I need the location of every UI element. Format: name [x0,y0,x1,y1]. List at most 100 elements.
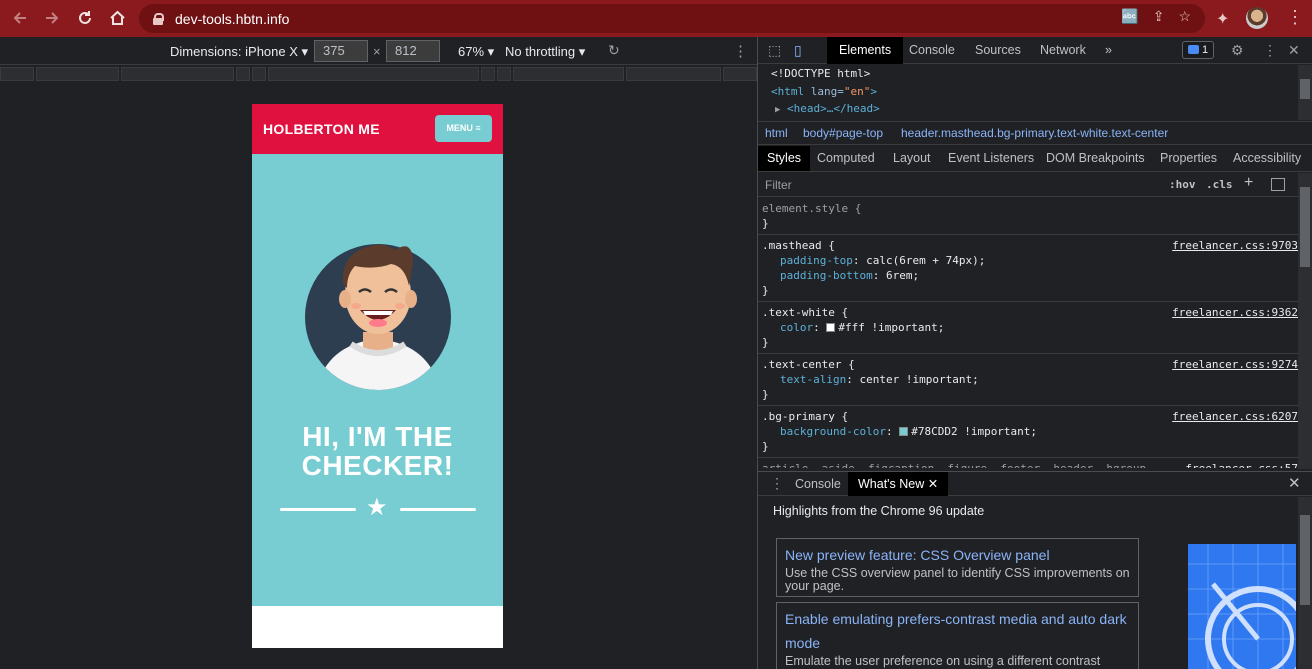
device-dropdown[interactable]: Dimensions: iPhone X ▾ [170,44,308,60]
address-bar[interactable]: dev-tools.hbtn.info 🔤 ⇪ ☆ [139,4,1205,33]
css-rule[interactable]: .bg-primary {freelancer.css:6207 backgrou… [758,406,1298,458]
styles-scrollbar[interactable] [1298,173,1312,469]
filter-input[interactable]: Filter [765,178,792,192]
css-rule[interactable]: .text-center {freelancer.css:9274 text-al… [758,354,1298,406]
hover-state-toggle[interactable]: :hov [1169,178,1196,191]
styles-pane[interactable]: element.style {} .masthead {freelancer.cs… [758,198,1298,468]
whats-new-card[interactable]: Enable emulating prefers-contrast media … [776,602,1139,669]
css-source-link[interactable]: freelancer.css:9362 [1172,305,1298,320]
css-rule-close: } [762,217,769,230]
close-tab-icon[interactable]: ✕ [928,477,938,491]
drawer-tab-whats-new[interactable]: What's New ✕ [848,472,949,496]
css-rule[interactable]: element.style {} [758,198,1298,235]
css-source-link[interactable]: freelancer.css:57 [1185,461,1298,468]
subtab-layout[interactable]: Layout [884,146,940,171]
extensions-puzzle-icon[interactable]: ✦ [1216,9,1229,29]
device-toolbar: Dimensions: iPhone X ▾ 375 × 812 67% ▾ N… [0,37,757,65]
star-divider: ★ [280,494,476,522]
css-source-link[interactable]: freelancer.css:9274 [1172,357,1298,372]
dom-tree[interactable]: <!DOCTYPE html> <html lang="en"> ▶ <head… [758,65,1298,120]
tab-console[interactable]: Console [897,37,967,64]
forward-button[interactable] [36,2,68,34]
color-swatch[interactable] [826,323,836,332]
computed-sidebar-toggle-icon[interactable] [1271,178,1285,191]
dom-doctype[interactable]: <!DOCTYPE html> [771,65,1298,83]
subtab-event-listeners[interactable]: Event Listeners [939,146,1043,171]
dom-scrollbar[interactable] [1298,65,1312,120]
star-icon: ★ [366,494,388,521]
back-button[interactable] [4,2,36,34]
inspect-element-icon[interactable]: ⬚ [768,42,781,59]
throttling-dropdown[interactable]: No throttling ▾ [505,44,585,60]
menu-button[interactable]: MENU ≡ [435,115,492,142]
css-declaration[interactable]: color: #fff !important; [762,320,1294,335]
subtab-accessibility[interactable]: Accessibility [1224,146,1310,171]
height-input[interactable]: 812 [386,40,440,62]
css-source-link[interactable]: freelancer.css:6207 [1172,409,1298,424]
class-toggle[interactable]: .cls [1206,178,1233,191]
reload-icon [79,11,91,24]
reload-button[interactable] [69,2,101,34]
subtab-properties[interactable]: Properties [1151,146,1226,171]
whats-new-scrollbar[interactable] [1298,497,1312,669]
new-rule-plus-icon[interactable]: + [1244,174,1253,192]
translate-icon[interactable]: 🔤 [1121,8,1138,25]
dom-head-node[interactable]: ▶ <head>…</head> [771,100,1298,120]
media-query-bar[interactable] [0,65,758,82]
subtab-computed[interactable]: Computed [808,146,884,171]
css-declaration[interactable]: background-color: #78CDD2 !important; [762,424,1294,439]
tab-elements[interactable]: Elements [827,37,904,64]
drawer-menu-icon[interactable]: ⋮ [770,475,784,492]
breadcrumb-body[interactable]: body#page-top [803,122,883,144]
css-selector[interactable]: element.style { [762,201,1294,216]
settings-gear-icon[interactable]: ⚙ [1231,42,1244,59]
hero-title: HI, I'M THE CHECKER! [252,422,503,480]
site-navbar: HOLBERTON ME MENU ≡ [252,104,503,154]
breadcrumb-header[interactable]: header.masthead.bg-primary.text-white.te… [901,122,1168,144]
devtools-panel: ⬚ ▯ Elements Console Sources Network » 1… [757,37,1312,669]
width-input[interactable]: 375 [314,40,368,62]
zoom-dropdown[interactable]: 67% ▾ [458,44,494,60]
tab-network[interactable]: Network [1028,37,1098,64]
css-rule[interactable]: .text-white {freelancer.css:9362 color: #… [758,302,1298,354]
bookmark-star-icon[interactable]: ☆ [1178,8,1191,25]
subtab-styles[interactable]: Styles [758,146,811,171]
css-declaration[interactable]: text-align: center !important; [762,372,1294,387]
css-declaration[interactable]: padding-bottom: 6rem; [762,268,1294,283]
profile-avatar[interactable] [1246,7,1268,29]
divider-line-left [280,508,356,511]
issues-badge[interactable]: 1 [1182,41,1214,59]
device-toolbar-more-icon[interactable]: ⋮ [733,42,748,60]
subtab-dom-breakpoints[interactable]: DOM Breakpoints [1037,146,1154,171]
devtools-more-icon[interactable]: ⋮ [1263,42,1277,59]
rotate-icon[interactable]: ↻ [608,42,620,59]
card-title-link[interactable]: Enable emulating prefers-contrast media … [785,607,1130,655]
whats-new-illustration [1188,544,1296,669]
home-button[interactable] [101,2,133,34]
styles-filter-row: Filter :hov .cls + [758,173,1298,197]
message-icon [1188,45,1199,54]
color-swatch[interactable] [899,427,909,436]
browser-menu-kebab-icon[interactable]: ⋮ [1286,7,1304,28]
css-rule-close: } [762,388,769,401]
more-tabs-button[interactable]: » [1093,37,1124,64]
hero-title-line-1: HI, I'M THE [302,421,453,452]
whats-new-card[interactable]: New preview feature: CSS Overview panel … [776,538,1139,597]
css-declaration[interactable]: padding-top: calc(6rem + 74px); [762,253,1294,268]
css-rule[interactable]: article, aside, figcaption, figure, foot… [758,458,1298,468]
share-icon[interactable]: ⇪ [1153,8,1165,25]
close-drawer-icon[interactable]: ✕ [1288,474,1301,492]
drawer-tab-console[interactable]: Console [785,472,851,496]
css-rule-close: } [762,440,769,453]
device-toggle-icon[interactable]: ▯ [794,42,802,59]
dom-html-node[interactable]: <html lang="en"> [771,83,1298,101]
css-source-link[interactable]: freelancer.css:9703 [1172,238,1298,253]
css-rule[interactable]: .masthead {freelancer.css:9703 padding-to… [758,235,1298,302]
breadcrumb: html body#page-top header.masthead.bg-pr… [758,121,1312,145]
breadcrumb-html[interactable]: html [765,122,788,144]
card-title-link[interactable]: New preview feature: CSS Overview panel [785,543,1130,567]
site-brand[interactable]: HOLBERTON ME [263,121,380,137]
css-rule-close: } [762,336,769,349]
tab-sources[interactable]: Sources [963,37,1033,64]
close-devtools-icon[interactable]: ✕ [1288,42,1300,59]
